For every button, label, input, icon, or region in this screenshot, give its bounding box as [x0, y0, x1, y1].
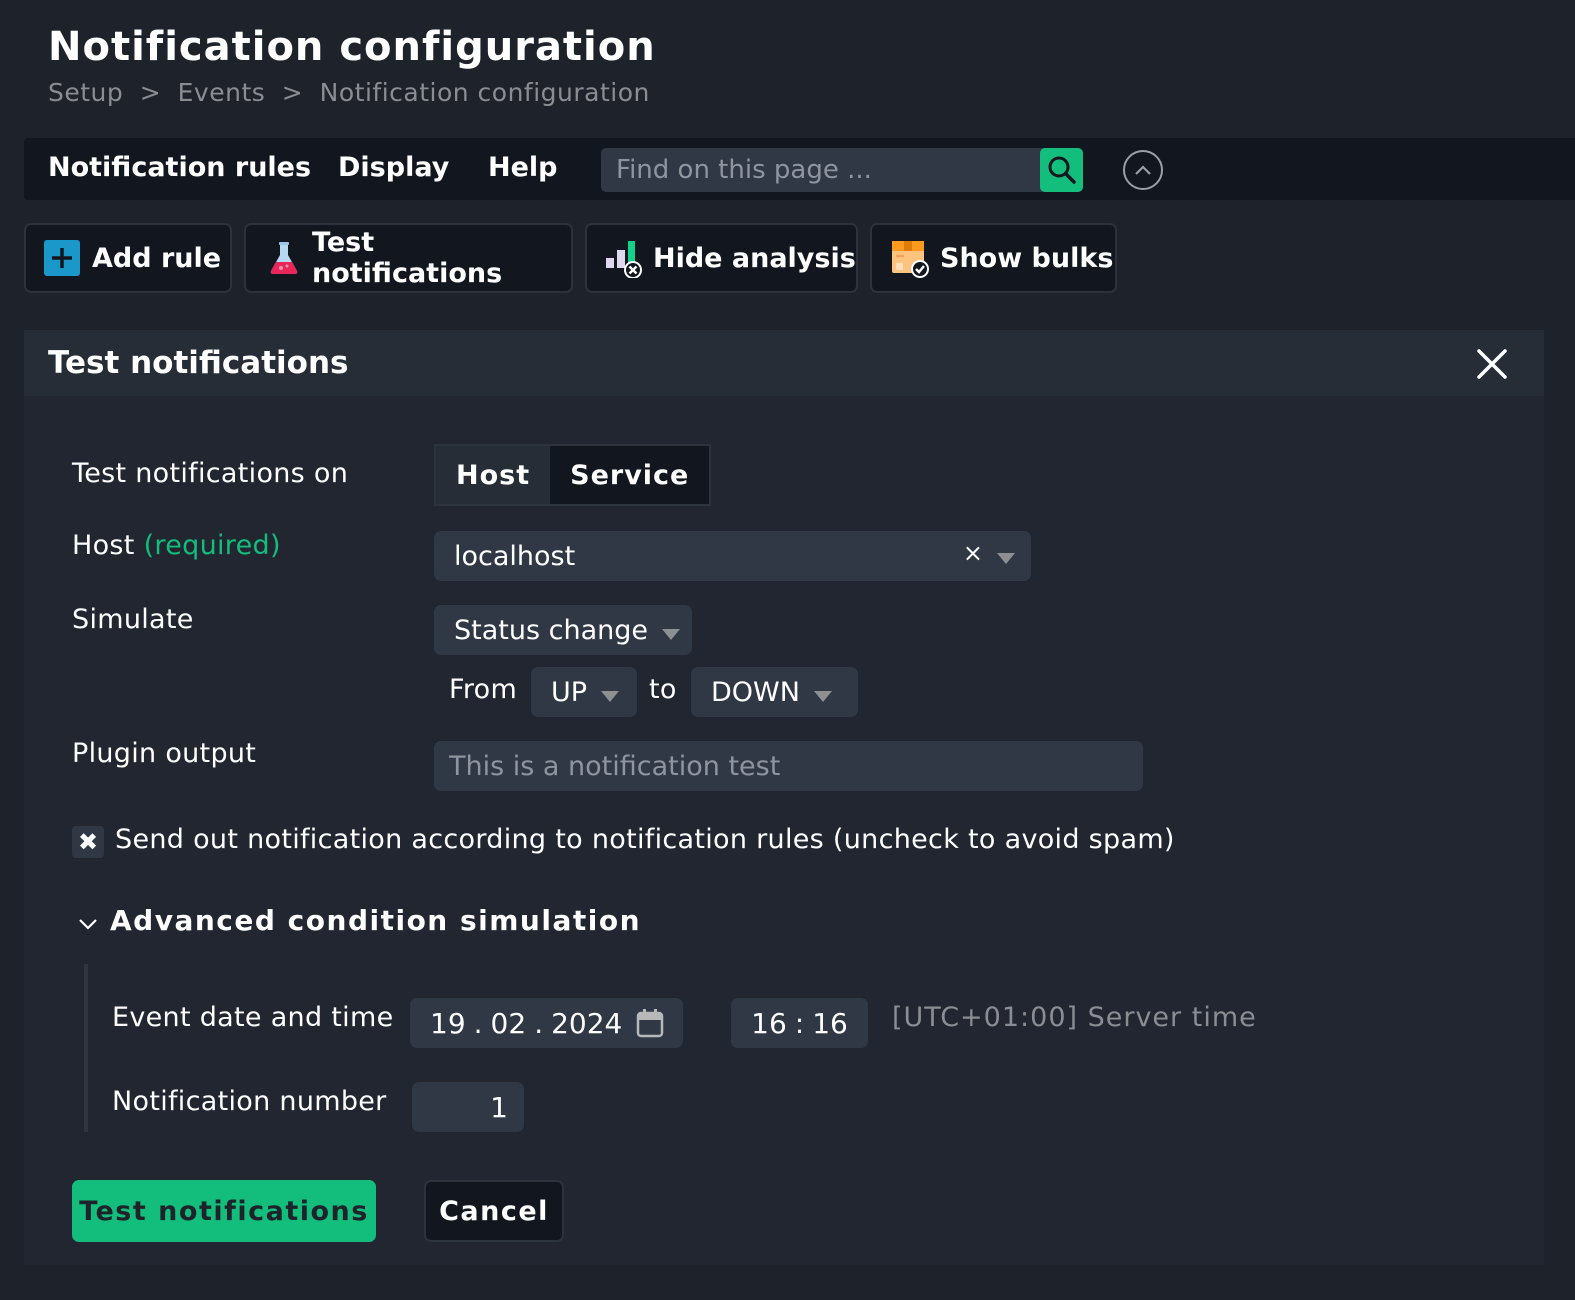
simulate-select[interactable]: Status change: [434, 605, 692, 655]
breadcrumb-separator: >: [281, 78, 304, 107]
time-separator: :: [794, 1006, 805, 1040]
show-bulks-button[interactable]: Show bulks: [870, 223, 1117, 293]
chevron-down-icon: [601, 690, 620, 702]
breadcrumb: Setup > Events > Notification configurat…: [48, 78, 658, 107]
menu-bar: Notification rules Display Help: [24, 138, 1575, 200]
plugin-output-label: Plugin output: [72, 738, 257, 769]
from-value: UP: [551, 676, 588, 708]
host-select[interactable]: localhost ×: [434, 531, 1031, 581]
to-label: to: [649, 674, 677, 705]
date-month: 02: [490, 1006, 527, 1040]
menu-help[interactable]: Help: [488, 152, 558, 183]
time-input[interactable]: 16 : 16: [731, 998, 868, 1048]
notification-number-value: 1: [490, 1090, 508, 1124]
panel-title: Test notifications: [48, 345, 349, 381]
host-label: Host (required): [72, 530, 281, 561]
page-title: Notification configuration: [48, 24, 656, 70]
from-label: From: [449, 674, 518, 705]
collapse-button[interactable]: [1123, 150, 1163, 190]
close-icon: [1477, 349, 1507, 379]
from-select[interactable]: UP: [531, 667, 637, 717]
search-icon: [1048, 156, 1076, 184]
submit-test-button[interactable]: Test notifications: [72, 1180, 376, 1242]
chevron-up-icon: [1135, 165, 1151, 175]
package-icon: [890, 237, 930, 279]
date-input[interactable]: 19 . 02 . 2024: [410, 998, 683, 1048]
menu-notification-rules[interactable]: Notification rules: [48, 152, 311, 183]
show-bulks-label: Show bulks: [940, 242, 1114, 274]
search-box: [601, 148, 1083, 192]
add-icon: [44, 240, 80, 276]
simulate-value: Status change: [454, 614, 648, 646]
hide-analysis-label: Hide analysis: [653, 242, 856, 274]
add-rule-label: Add rule: [92, 242, 222, 274]
timezone-note: [UTC+01:00] Server time: [892, 1002, 1257, 1033]
notification-number-input[interactable]: 1: [412, 1082, 524, 1132]
date-separator: .: [534, 1006, 544, 1040]
date-separator: .: [473, 1006, 483, 1040]
advanced-toggle[interactable]: Advanced condition simulation: [78, 904, 641, 937]
analysis-hide-icon: [605, 238, 645, 278]
test-notifications-panel: Test notifications Test notifications on…: [24, 330, 1544, 1265]
toggle-service[interactable]: Service: [550, 446, 710, 504]
search-button[interactable]: [1040, 148, 1083, 192]
calendar-icon[interactable]: [636, 1008, 664, 1038]
host-value: localhost: [454, 540, 576, 572]
panel-header: Test notifications: [24, 330, 1544, 396]
chevron-down-icon: [813, 690, 832, 702]
event-datetime-label: Event date and time: [112, 1002, 394, 1033]
menu-display[interactable]: Display: [338, 152, 449, 183]
advanced-title: Advanced condition simulation: [110, 904, 641, 937]
date-day: 19: [430, 1006, 466, 1040]
breadcrumb-current[interactable]: Notification configuration: [320, 78, 650, 107]
flask-icon: [268, 241, 300, 275]
close-button[interactable]: [1476, 348, 1508, 384]
notification-number-label: Notification number: [112, 1086, 387, 1117]
test-notifications-label: Test notifications: [312, 227, 503, 289]
simulate-label: Simulate: [72, 604, 194, 635]
search-input[interactable]: [601, 148, 1041, 192]
advanced-section-divider: [84, 964, 88, 1132]
chevron-down-icon: [661, 628, 680, 640]
chevron-down-icon: [79, 918, 97, 930]
test-on-label: Test notifications on: [72, 458, 349, 489]
test-on-toggle: Host Service: [434, 444, 712, 506]
clear-host-icon[interactable]: ×: [963, 539, 983, 567]
breadcrumb-events[interactable]: Events: [178, 78, 266, 107]
to-select[interactable]: DOWN: [691, 667, 858, 717]
add-rule-button[interactable]: Add rule: [24, 223, 232, 293]
to-value: DOWN: [711, 676, 800, 708]
send-notification-checkbox[interactable]: ✖: [72, 826, 104, 858]
required-marker: (required): [143, 530, 281, 561]
plugin-output-input[interactable]: [434, 741, 1143, 791]
breadcrumb-setup[interactable]: Setup: [48, 78, 123, 107]
test-notifications-button[interactable]: Test notifications: [244, 223, 573, 293]
time-minute: 16: [812, 1006, 848, 1040]
date-year: 2024: [551, 1006, 623, 1040]
hide-analysis-button[interactable]: Hide analysis: [585, 223, 858, 293]
time-hour: 16: [751, 1006, 787, 1040]
cancel-button[interactable]: Cancel: [424, 1180, 564, 1242]
host-label-text: Host: [72, 530, 135, 561]
send-notification-label: Send out notification according to notif…: [115, 824, 1175, 855]
breadcrumb-separator: >: [139, 78, 162, 107]
chevron-down-icon: [997, 553, 1015, 564]
toggle-host[interactable]: Host: [436, 446, 551, 504]
